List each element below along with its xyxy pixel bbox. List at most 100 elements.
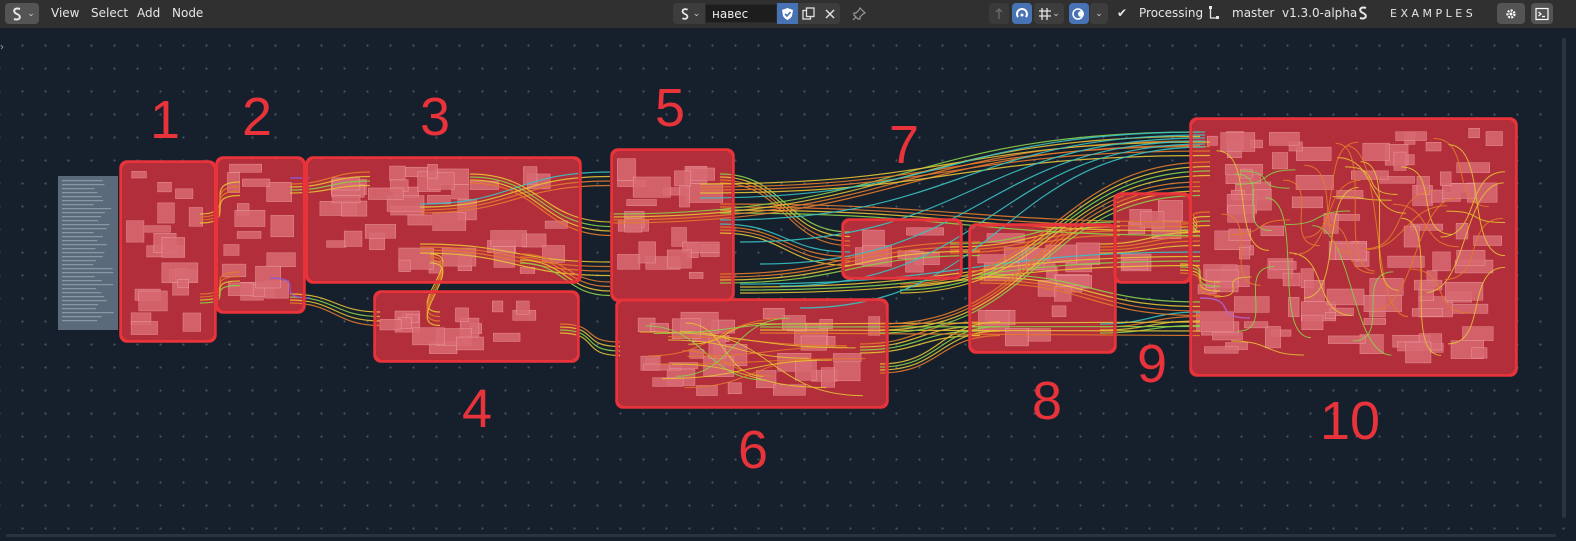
node [398,259,411,273]
node [1362,142,1390,161]
node-canvas[interactable]: › 1 2 3 4 5 6 7 8 9 10 [0,28,1576,541]
text-line [62,232,94,234]
duplicate-tree-button[interactable] [798,3,819,24]
node [617,254,641,270]
node [1456,162,1490,173]
text-line [62,252,105,254]
preferences-button[interactable] [1497,3,1525,24]
node [617,158,636,181]
gear-icon [1506,8,1516,19]
vertical-scrollbar[interactable] [1562,38,1566,518]
node [1442,183,1476,199]
tree-name-field[interactable]: навес [705,4,777,23]
text-line [62,180,103,182]
text-line [62,188,95,190]
node [266,252,296,268]
text-line [62,228,107,230]
checkmark-icon: ✔ [1117,6,1128,20]
frame-label-6: 6 [738,420,769,480]
node [157,182,172,193]
node [1432,251,1451,272]
node [266,182,292,202]
close-icon [824,8,835,19]
node [1444,282,1484,301]
frame-label-1: 1 [150,90,181,150]
menu-view[interactable]: View [51,6,79,20]
node [234,210,266,227]
overlay-icon [1072,7,1084,20]
text-line [62,304,99,306]
node [1244,321,1269,329]
node [1485,131,1503,146]
node [182,312,201,332]
node [1387,255,1425,268]
node [343,230,363,247]
node [456,336,484,351]
node [455,307,469,323]
node [222,263,247,277]
node-graph [58,117,1518,409]
node [1411,308,1443,317]
unlink-tree-button[interactable] [819,3,840,24]
text-line [62,264,94,266]
node [1252,189,1272,211]
text-line [62,260,96,262]
frame-label-3: 3 [420,87,451,147]
fake-user-button[interactable] [777,3,798,24]
node [1468,127,1480,139]
node [126,220,145,243]
snap-toggle-button[interactable] [1012,3,1032,24]
console-button[interactable] [1531,3,1553,24]
node [1403,225,1420,248]
text-line [62,208,112,210]
text-line [62,248,96,250]
horizontal-scrollbar[interactable] [6,534,1556,537]
text-line [62,240,98,242]
menu-add[interactable]: Add [137,6,160,20]
node [703,356,734,377]
text-line [62,256,103,258]
overlays-toggle-button[interactable] [1069,3,1089,24]
node [1326,288,1365,306]
node [727,382,742,395]
node [177,279,189,289]
node [1324,312,1336,320]
text-line [62,316,102,318]
pin-icon [852,6,866,20]
parent-node-tree-button[interactable] [989,3,1009,24]
node [1204,346,1239,354]
menu-node[interactable]: Node [172,6,203,20]
node [175,188,194,199]
node [493,332,521,342]
frame-label-2: 2 [242,87,273,147]
overlays-dropdown[interactable]: ⌄ [1090,3,1108,24]
node [379,319,402,331]
text-line [62,288,97,290]
node [407,214,432,226]
sverchok-icon [681,7,689,20]
editor-type-button[interactable]: ⌄ [5,3,39,24]
node [516,300,530,315]
node [1227,205,1255,223]
chevron-down-icon: ⌄ [692,8,701,19]
node [1440,171,1452,186]
node [833,353,862,363]
terminal-icon [1535,7,1549,20]
frame-label-8: 8 [1032,371,1063,431]
node [626,199,657,207]
node [1425,141,1442,152]
branch-label: master [1232,6,1275,20]
menu-select[interactable]: Select [91,6,128,20]
text-line [62,212,105,214]
text-line [62,308,96,310]
snap-element-dropdown[interactable]: ⌄ [1034,3,1064,24]
examples-menu[interactable]: E X A M P L E S [1390,7,1473,20]
node [161,237,185,258]
chevron-down-icon: ⌄ [1095,8,1103,19]
node [1220,132,1256,152]
node [638,241,656,264]
pin-button[interactable] [849,3,869,24]
node [1234,296,1270,313]
tree-type-button[interactable]: ⌄ [673,3,705,24]
text-line [62,312,114,314]
